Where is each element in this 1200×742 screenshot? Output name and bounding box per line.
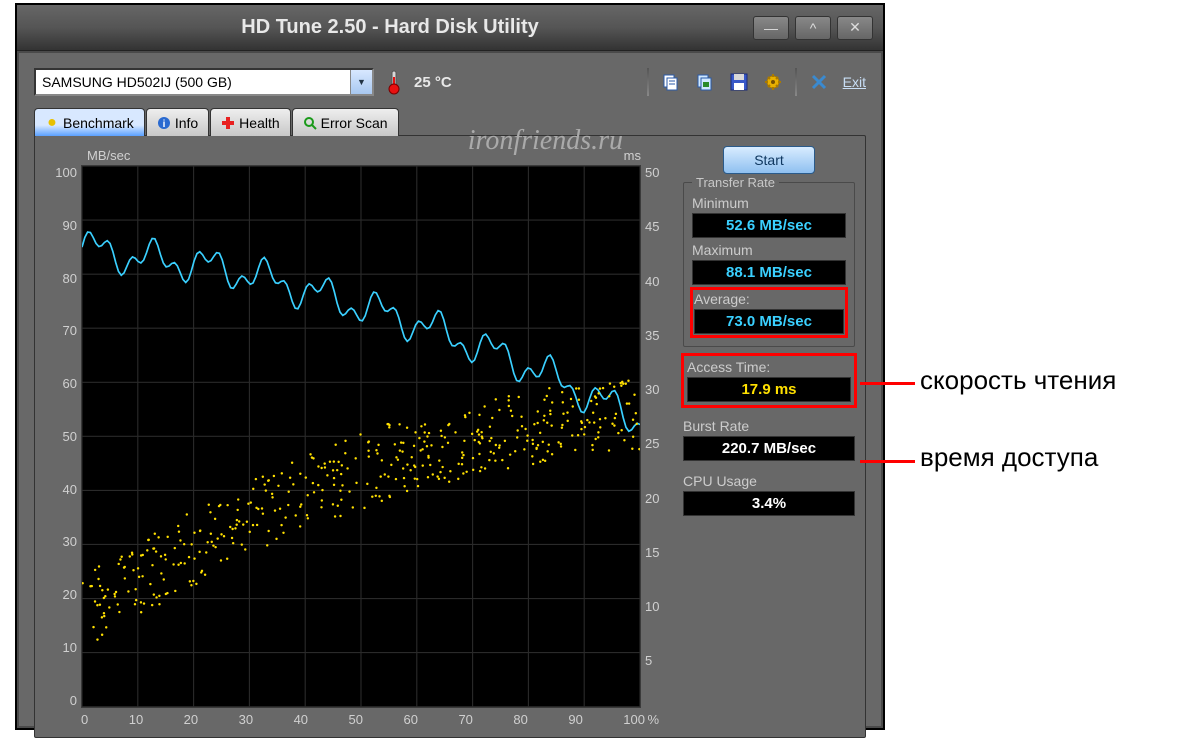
y-right-label: ms	[624, 148, 641, 163]
tab-error-scan[interactable]: Error Scan	[292, 108, 399, 136]
transfer-rate-group: Transfer Rate Minimum 52.6 MB/sec Maximu…	[683, 182, 855, 347]
cpu-usage-value: 3.4%	[683, 491, 855, 516]
save-icon[interactable]	[727, 70, 751, 94]
exit-link[interactable]: Exit	[843, 74, 866, 90]
y-left-axis: 10090 8070 6050 4030 2010 0	[45, 165, 81, 708]
magnifier-icon	[303, 116, 317, 130]
benchmark-panel: MB/sec ms 10090 8070 6050 4030 2010 0	[34, 135, 866, 738]
drive-select[interactable]: SAMSUNG HD502IJ (500 GB) ▼	[34, 68, 374, 96]
divider	[647, 68, 649, 96]
tab-health[interactable]: Health	[210, 108, 290, 136]
app-window: HD Tune 2.50 - Hard Disk Utility — ^ ✕ S…	[15, 3, 885, 730]
access-time-label: Access Time:	[687, 359, 851, 375]
svg-text:i: i	[162, 119, 165, 130]
maximum-label: Maximum	[692, 242, 846, 258]
x-axis: 010 2030 4050 6070 8090 100 %	[45, 708, 669, 727]
temperature-value: 25 °C	[414, 74, 452, 91]
annotation-access-time: время доступа	[920, 442, 1098, 473]
start-button[interactable]: Start	[723, 146, 815, 174]
annotation-read-speed: скорость чтения	[920, 365, 1116, 396]
burst-rate-label: Burst Rate	[683, 418, 855, 434]
chevron-down-icon[interactable]: ▼	[350, 70, 372, 94]
maximum-value: 88.1 MB/sec	[692, 260, 846, 285]
minimize-button[interactable]: —	[753, 16, 789, 40]
tabs: ● Benchmark i Info Health Error Scan	[34, 108, 866, 136]
minimum-label: Minimum	[692, 195, 846, 211]
copy-screenshot-icon[interactable]	[693, 70, 717, 94]
health-icon	[221, 116, 235, 130]
tab-info[interactable]: i Info	[146, 108, 209, 136]
info-icon: i	[157, 116, 171, 130]
access-time-block: Access Time: 17.9 ms	[683, 355, 855, 406]
window-body: SAMSUNG HD502IJ (500 GB) ▼ 25 °C	[17, 51, 883, 728]
window-title: HD Tune 2.50 - Hard Disk Utility	[27, 16, 753, 39]
average-label: Average:	[694, 291, 844, 307]
y-left-label: MB/sec	[87, 148, 130, 163]
drive-select-value: SAMSUNG HD502IJ (500 GB)	[42, 74, 232, 90]
y-right-axis: 5045 4035 3025 2015 105	[641, 165, 669, 708]
close-button[interactable]: ✕	[837, 16, 873, 40]
chart-plot	[81, 165, 641, 708]
burst-rate-value: 220.7 MB/sec	[683, 436, 855, 461]
thermometer-icon	[386, 69, 402, 95]
cpu-usage-label: CPU Usage	[683, 473, 855, 489]
options-icon[interactable]	[761, 70, 785, 94]
access-time-value: 17.9 ms	[687, 377, 851, 402]
tab-benchmark[interactable]: ● Benchmark	[34, 108, 145, 136]
average-value: 73.0 MB/sec	[694, 309, 844, 334]
divider	[795, 68, 797, 96]
average-block: Average: 73.0 MB/sec	[692, 289, 846, 336]
chart-area: MB/sec ms 10090 8070 6050 4030 2010 0	[45, 146, 669, 727]
restore-button[interactable]: ^	[795, 16, 831, 40]
stats-panel: Start Transfer Rate Minimum 52.6 MB/sec …	[683, 146, 855, 727]
exit-icon[interactable]	[807, 70, 831, 94]
titlebar: HD Tune 2.50 - Hard Disk Utility — ^ ✕	[17, 5, 883, 51]
transfer-rate-title: Transfer Rate	[692, 175, 779, 190]
annotation-line-access-time	[860, 460, 915, 463]
lightbulb-icon: ●	[45, 116, 59, 130]
minimum-value: 52.6 MB/sec	[692, 213, 846, 238]
copy-text-icon[interactable]	[659, 70, 683, 94]
annotation-line-read-speed	[860, 382, 915, 385]
